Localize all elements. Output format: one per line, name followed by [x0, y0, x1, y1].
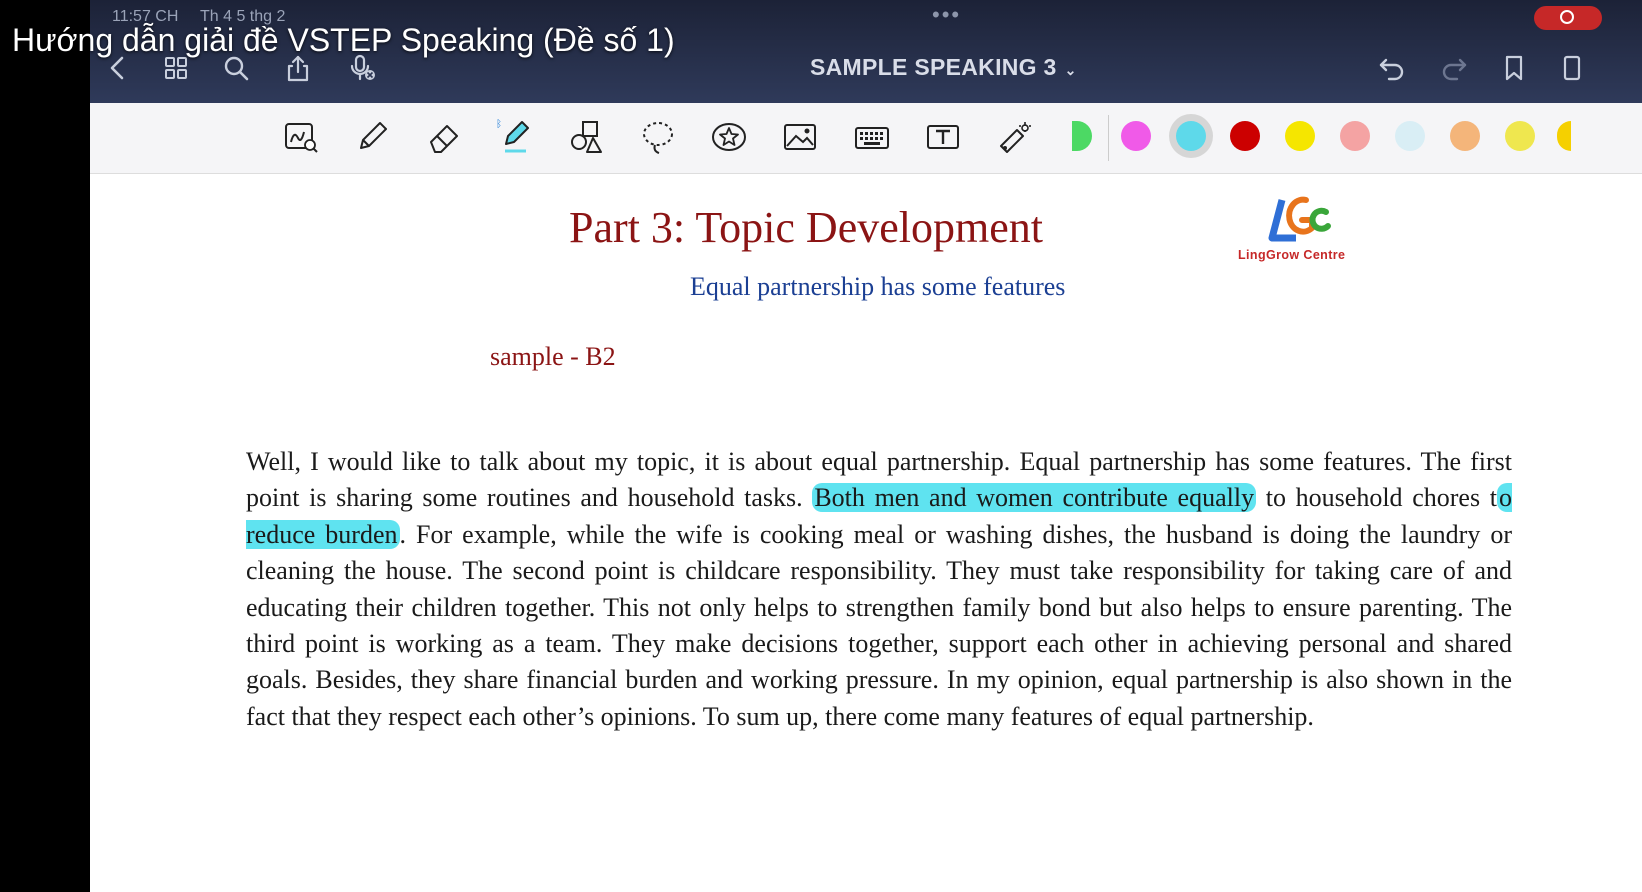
- sample-level: sample - B2: [490, 342, 616, 371]
- bookmark-icon[interactable]: [1496, 50, 1532, 86]
- document-page[interactable]: Part 3: Topic Development LingGrow Centr…: [90, 176, 1642, 892]
- sticker-icon[interactable]: [707, 115, 751, 159]
- lasso-icon[interactable]: [636, 115, 680, 159]
- notes-app: 11:57 CH Th 4 5 thg 2 ••• SAMPLE SPEAKIN…: [90, 0, 1642, 892]
- text-box-icon[interactable]: [921, 115, 965, 159]
- color-swatch-red[interactable]: [1230, 121, 1260, 151]
- color-swatch-light-pink[interactable]: [1340, 121, 1370, 151]
- more-icon[interactable]: [1552, 50, 1588, 86]
- color-swatch-yellow[interactable]: [1285, 121, 1315, 151]
- laser-pointer-icon[interactable]: [992, 115, 1036, 159]
- highlighter-icon[interactable]: ᛒ: [493, 115, 537, 159]
- document-title-menu[interactable]: SAMPLE SPEAKING 3 ⌄: [810, 54, 1077, 81]
- color-swatch-peach[interactable]: [1450, 121, 1480, 151]
- chevron-down-icon: ⌄: [1064, 62, 1077, 78]
- multitask-dots-icon[interactable]: •••: [932, 2, 961, 28]
- handwriting-zoom-icon[interactable]: [279, 115, 323, 159]
- redo-icon[interactable]: [1436, 50, 1472, 86]
- document-title: SAMPLE SPEAKING 3: [810, 54, 1057, 80]
- highlighted-text: Both men and women contribute equally: [812, 483, 1257, 513]
- record-icon: [1560, 10, 1574, 24]
- color-swatch-cyan[interactable]: [1176, 121, 1206, 151]
- undo-icon[interactable]: [1374, 50, 1410, 86]
- keyboard-icon[interactable]: [850, 115, 894, 159]
- shapes-icon[interactable]: [564, 115, 608, 159]
- color-swatch-lemon[interactable]: [1505, 121, 1535, 151]
- svg-text:ᛒ: ᛒ: [496, 119, 502, 130]
- color-swatch-light-blue[interactable]: [1395, 121, 1425, 151]
- paragraph-text: to household chores t: [1256, 483, 1497, 513]
- paragraph-text: . For example, while the wife is cooking…: [246, 519, 1512, 731]
- page-subheading: Equal partnership has some features: [690, 272, 1066, 301]
- pencil-icon[interactable]: [350, 115, 394, 159]
- color-swatch-pink[interactable]: [1121, 121, 1151, 151]
- logo-text: LingGrow Centre: [1238, 248, 1346, 262]
- video-title: Hướng dẫn giải đề VSTEP Speaking (Đề số …: [12, 22, 675, 58]
- toolbar-separator: [1108, 115, 1109, 161]
- screen-recording-indicator[interactable]: [1534, 6, 1602, 30]
- image-icon[interactable]: [778, 115, 822, 159]
- page-heading: Part 3: Topic Development: [569, 203, 1043, 252]
- eraser-icon[interactable]: [422, 115, 466, 159]
- video-letterbox: [0, 0, 90, 892]
- sample-answer-paragraph: Well, I would like to talk about my topi…: [246, 444, 1512, 735]
